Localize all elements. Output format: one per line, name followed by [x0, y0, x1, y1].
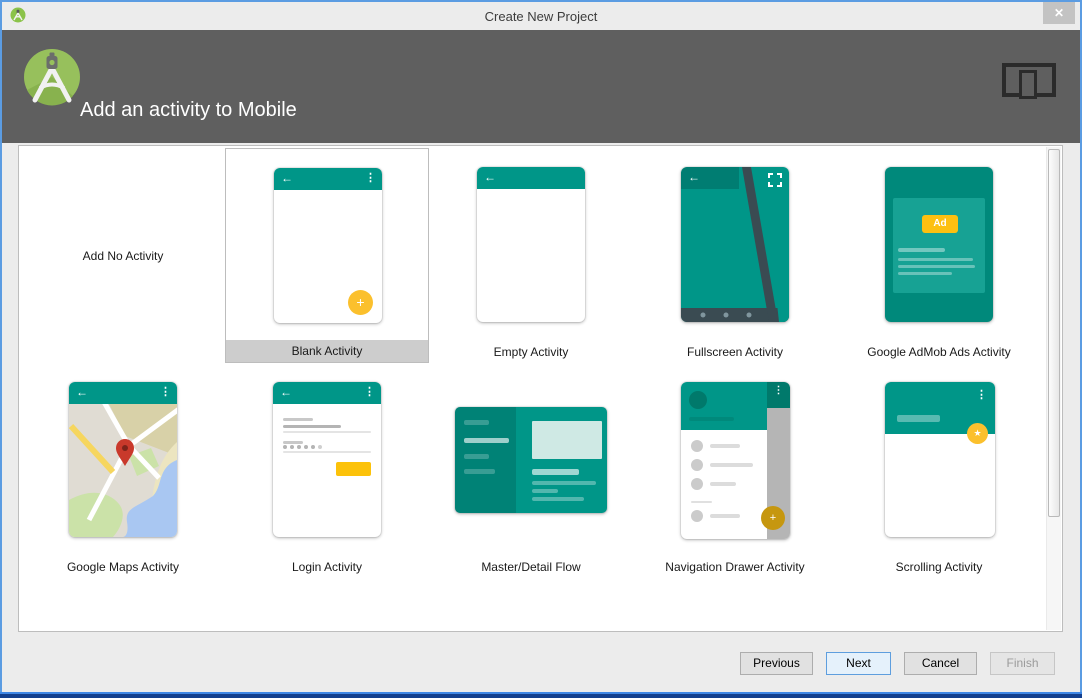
activity-cell-navigation-drawer-activity[interactable]: ⋮ + Navigation Drawer Activity — [633, 363, 837, 578]
fab-plus-icon: + — [348, 290, 373, 315]
activity-label: Blank Activity — [226, 340, 428, 362]
admob-activity-thumbnail: Ad — [885, 167, 993, 322]
login-button-placeholder — [336, 462, 371, 476]
activity-cell-empty-activity[interactable]: ← Empty Activity — [429, 148, 633, 363]
activity-label: Google AdMob Ads Activity — [867, 345, 1011, 359]
empty-activity-thumbnail: ← — [477, 167, 585, 322]
finish-button: Finish — [990, 652, 1055, 675]
ad-badge: Ad — [922, 215, 958, 233]
fullscreen-activity-thumbnail: ← — [681, 167, 789, 322]
overflow-menu-icon: ⋮ — [365, 172, 376, 184]
activity-cell-add-no-activity[interactable]: Add No Activity — [21, 148, 225, 363]
activity-cell-blank-activity[interactable]: ← ⋮ + Blank Activity — [225, 148, 429, 363]
fullscreen-icon — [768, 173, 782, 187]
header-title: Add an activity to Mobile — [80, 99, 297, 121]
activity-label: Login Activity — [291, 560, 363, 574]
activity-cell-google-admob-ads-activity[interactable]: Ad Google AdMob Ads Activity — [837, 148, 1041, 363]
activity-label: Navigation Drawer Activity — [665, 560, 805, 574]
back-arrow-icon: ← — [484, 170, 496, 184]
overflow-menu-icon: ⋮ — [160, 386, 171, 398]
back-arrow-icon: ← — [76, 385, 88, 399]
back-arrow-icon: ← — [281, 171, 293, 185]
activity-label: Empty Activity — [493, 345, 569, 359]
close-button[interactable]: ✕ — [1043, 2, 1075, 24]
previous-button[interactable]: Previous — [740, 652, 813, 675]
scrolling-activity-thumbnail: ⋮ ★ — [885, 382, 995, 537]
back-arrow-icon: ← — [688, 170, 700, 184]
overflow-menu-icon: ⋮ — [364, 386, 375, 398]
maps-activity-thumbnail: ← ⋮ — [69, 382, 177, 537]
create-new-project-dialog: Create New Project ✕ Add an activity to … — [0, 0, 1082, 698]
navigation-drawer-thumbnail: ⋮ + — [681, 382, 790, 539]
activity-cell-master-detail-flow[interactable]: Master/Detail Flow — [429, 363, 633, 578]
map-image — [69, 404, 177, 537]
window-border-bottom — [0, 692, 1082, 698]
blank-activity-thumbnail: ← ⋮ + — [274, 168, 382, 323]
activity-label: Master/Detail Flow — [481, 560, 581, 574]
close-icon: ✕ — [1053, 6, 1065, 20]
phone-outline-icon — [1019, 70, 1037, 99]
activity-label: Scrolling Activity — [895, 560, 983, 574]
activity-label: Fullscreen Activity — [686, 345, 784, 359]
dialog-title: Create New Project — [484, 9, 598, 24]
login-activity-thumbnail: ← ⋮ — [273, 382, 381, 537]
title-bar[interactable]: Create New Project ✕ — [2, 2, 1080, 30]
scrollbar[interactable] — [1046, 147, 1061, 630]
activity-label: Google Maps Activity — [66, 560, 180, 574]
activity-gallery: Add No Activity ← ⋮ + Blank Activity ← E… — [18, 145, 1063, 632]
overflow-menu-icon: ⋮ — [976, 389, 987, 401]
next-button[interactable]: Next — [826, 652, 891, 675]
android-studio-logo — [24, 49, 80, 106]
overflow-menu-icon: ⋮ — [767, 382, 790, 408]
activity-cell-login-activity[interactable]: ← ⋮ Login Activity — [225, 363, 429, 578]
scrollbar-thumb[interactable] — [1048, 149, 1060, 517]
cancel-button[interactable]: Cancel — [904, 652, 977, 675]
activity-cell-fullscreen-activity[interactable]: ← Fullscreen Activity — [633, 148, 837, 363]
window-border-top — [0, 0, 1082, 2]
back-arrow-icon: ← — [280, 385, 292, 399]
window-border-left — [0, 0, 2, 698]
fab-star-icon: ★ — [967, 423, 988, 444]
fab-plus-icon: + — [761, 506, 785, 530]
wizard-header: Add an activity to Mobile — [2, 30, 1080, 143]
activity-cell-scrolling-activity[interactable]: ⋮ ★ Scrolling Activity — [837, 363, 1041, 578]
tablet-phone-icon — [1002, 63, 1056, 99]
activity-cell-google-maps-activity[interactable]: ← ⋮ Google Maps Activity — [21, 363, 225, 578]
activity-label: Add No Activity — [82, 248, 164, 263]
master-detail-thumbnail — [455, 407, 607, 513]
